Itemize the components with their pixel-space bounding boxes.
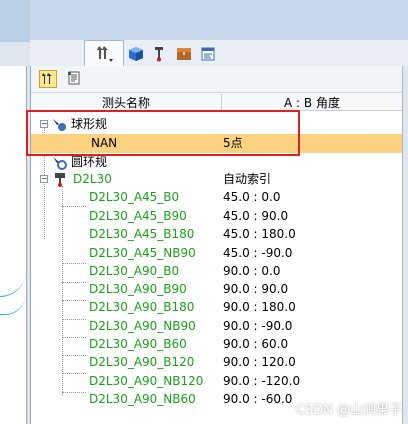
panel-toolbar xyxy=(31,66,403,93)
tree-item[interactable]: D2L30_A45_B180 45.0 : 180.0 xyxy=(31,225,403,244)
model-curve xyxy=(0,266,26,297)
tree-item-name: D2L30_A90_B60 xyxy=(89,337,187,351)
graphics-view[interactable] xyxy=(0,66,27,424)
tree-item-name: D2L30_A90_NB60 xyxy=(89,392,196,406)
tree-line xyxy=(62,282,86,283)
tree-item[interactable]: D2L30_A90_B0 90.0 : 0.0 xyxy=(31,262,403,281)
chest-icon[interactable] xyxy=(176,46,192,62)
tree-item-value: 45.0 : 90.0 xyxy=(223,209,289,223)
tree-item-value: 90.0 : -60.0 xyxy=(223,392,293,406)
tree-item-name: D2L30_A45_NB90 xyxy=(89,246,196,260)
tree-group-label: D2L30 xyxy=(73,172,112,186)
panel-tabstrip xyxy=(30,40,408,67)
tree-line xyxy=(62,355,86,356)
probe-tab-icon xyxy=(97,46,113,62)
tree-item[interactable]: D2L30_A45_NB90 45.0 : -90.0 xyxy=(31,244,403,263)
tree-line xyxy=(62,373,86,374)
collapse-icon[interactable]: − xyxy=(40,175,48,183)
annotation-highlight-box xyxy=(26,110,300,156)
tree-line xyxy=(62,392,86,393)
tree-item[interactable]: D2L30_A90_B120 90.0 : 120.0 xyxy=(31,353,403,372)
tree-item[interactable]: D2L30_A90_B60 90.0 : 60.0 xyxy=(31,335,403,354)
tree-item-name: D2L30_A90_NB90 xyxy=(89,319,196,333)
tree-item[interactable]: D2L30_A90_NB120 90.0 : -120.0 xyxy=(31,372,403,391)
tree-item-value: 45.0 : 180.0 xyxy=(223,227,296,241)
tree-item-value: 90.0 : 60.0 xyxy=(223,337,289,351)
tree-item-value: 90.0 : 90.0 xyxy=(223,282,289,296)
tree-item-value: 90.0 : -120.0 xyxy=(223,374,301,388)
cube-icon[interactable] xyxy=(128,46,144,62)
tree-group-d2l30[interactable]: − D2L30 自动索引 xyxy=(31,170,403,189)
tree-item-name: D2L30_A90_NB120 xyxy=(89,374,204,388)
tree-item-name: D2L30_A90_B0 xyxy=(89,264,180,278)
tree-item-value: 90.0 : -90.0 xyxy=(223,319,293,333)
tree-item[interactable]: D2L30_A45_B0 45.0 : 0.0 xyxy=(31,188,403,207)
tree-item-value: 90.0 : 0.0 xyxy=(223,264,281,278)
tree-item-name: D2L30_A90_B120 xyxy=(89,355,195,369)
header-angle[interactable]: A : B 角度 xyxy=(221,94,403,111)
tree-line xyxy=(62,337,86,338)
tree-header: 测头名称 A : B 角度 xyxy=(31,93,403,111)
left-view-strip xyxy=(0,0,30,424)
probe-head-icon xyxy=(55,173,65,187)
left-strip-header xyxy=(0,0,30,42)
tree-group-value: 自动索引 xyxy=(223,172,272,186)
tree-item[interactable]: D2L30_A90_B180 90.0 : 180.0 xyxy=(31,298,403,317)
tree-item-name: D2L30_A90_B90 xyxy=(89,282,187,296)
right-scroll-strip[interactable] xyxy=(402,66,408,424)
watermark-text: CSDN @山涧果子 xyxy=(295,403,402,418)
model-curve xyxy=(0,294,26,315)
header-probe-name[interactable]: 测头名称 xyxy=(31,94,222,110)
tree-item-value: 90.0 : 120.0 xyxy=(223,355,296,369)
ring-gauge-icon xyxy=(53,157,67,170)
tree-item-name: D2L30_A90_B180 xyxy=(89,300,195,314)
tree-line xyxy=(62,300,86,301)
tree-item-value: 45.0 : 0.0 xyxy=(223,190,281,204)
tree-item[interactable]: D2L30_A90_B90 90.0 : 90.0 xyxy=(31,280,403,299)
tree-item-name: D2L30_A45_B180 xyxy=(89,227,195,241)
tree-item-name: D2L30_A45_B90 xyxy=(89,209,187,223)
tree-item-value: 90.0 : 180.0 xyxy=(223,300,296,314)
tree-item[interactable]: D2L30_A90_NB90 90.0 : -90.0 xyxy=(31,317,403,336)
probe-filter-button[interactable] xyxy=(39,70,57,88)
tree-item-name: D2L30_A45_B0 xyxy=(89,190,180,204)
tree-line xyxy=(62,319,86,320)
tab-probe[interactable] xyxy=(84,40,124,66)
top-bar xyxy=(30,0,408,42)
report-icon[interactable] xyxy=(200,46,216,62)
probe-icon[interactable] xyxy=(152,46,166,62)
tree-line xyxy=(62,263,86,264)
tree-item-value: 45.0 : -90.0 xyxy=(223,246,293,260)
probe-filter-icon xyxy=(42,73,52,84)
tree-item[interactable]: D2L30_A45_B90 45.0 : 90.0 xyxy=(31,207,403,226)
note-button[interactable] xyxy=(65,70,83,88)
note-icon xyxy=(68,71,80,85)
